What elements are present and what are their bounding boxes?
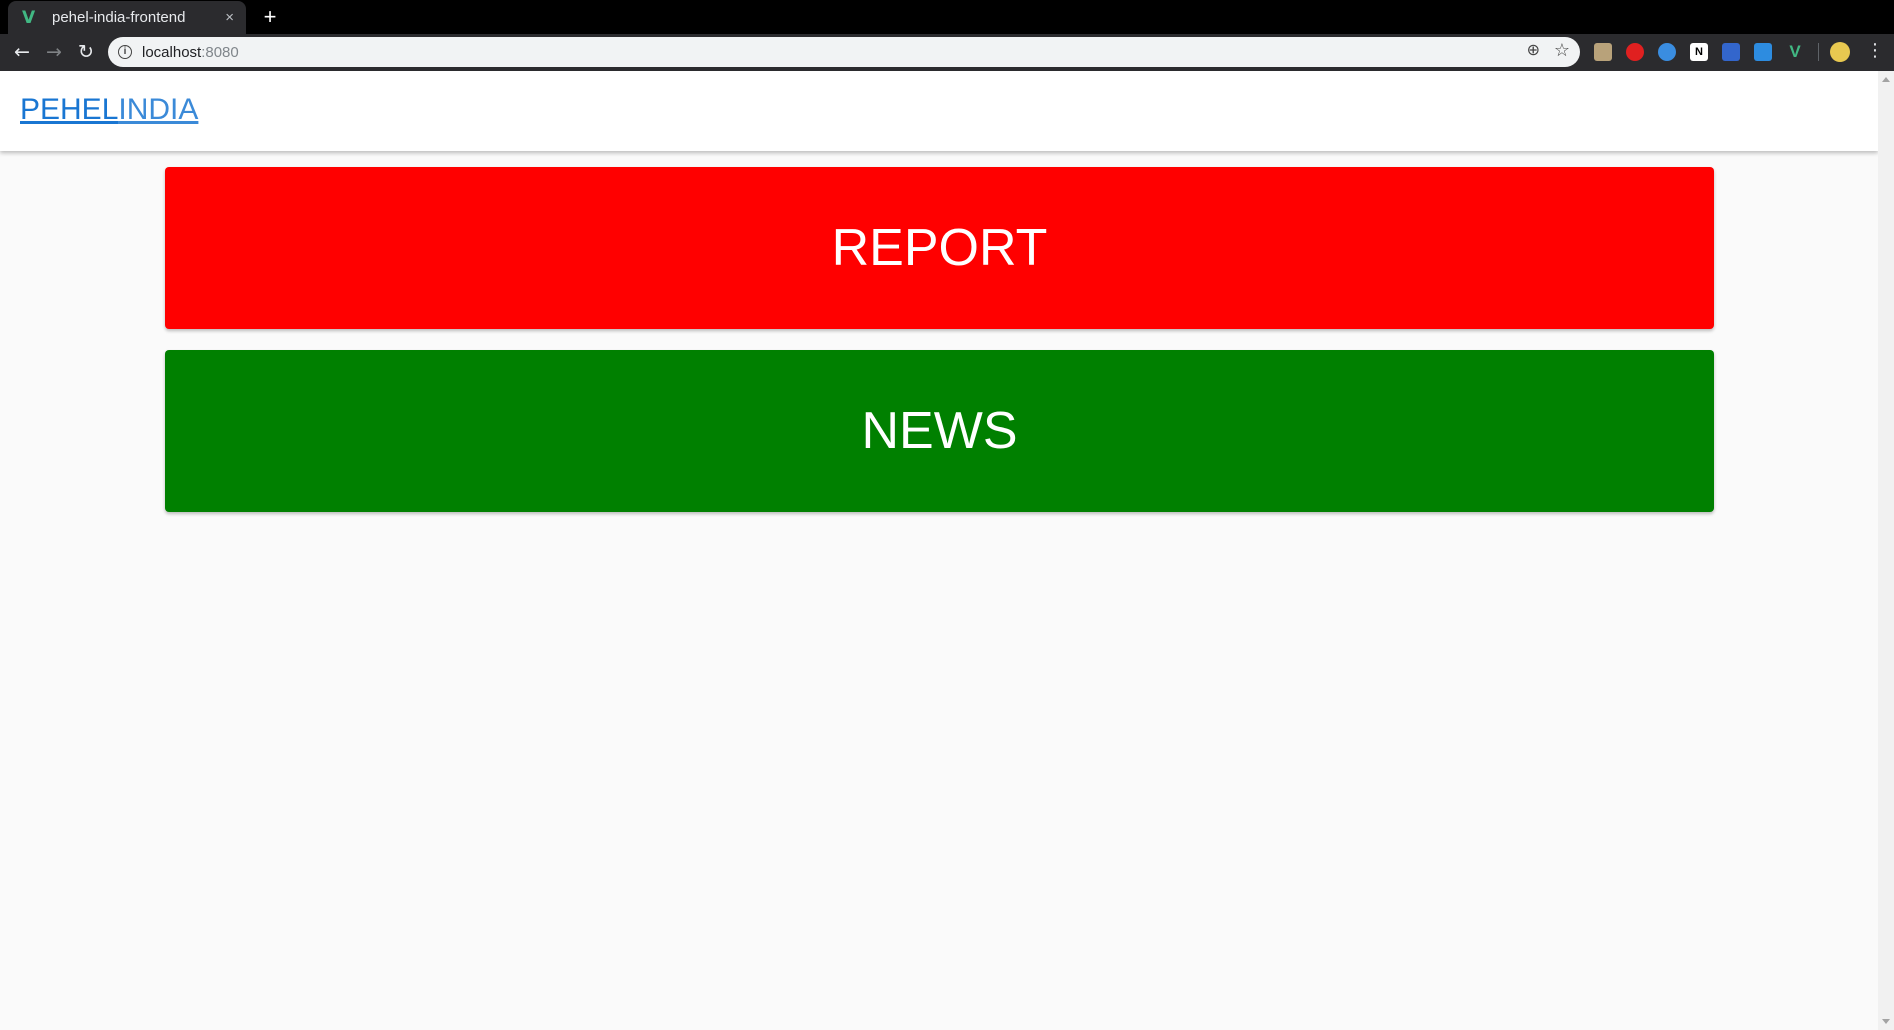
extension-icon[interactable] (1626, 43, 1644, 61)
star-icon[interactable]: ☆ (1554, 40, 1570, 61)
news-card[interactable]: NEWS (165, 350, 1714, 512)
address-bar[interactable]: i localhost:8080 ⊕ ☆ (108, 37, 1580, 67)
vue-devtools-icon[interactable]: V (1786, 43, 1804, 61)
new-tab-button[interactable]: + (258, 3, 282, 31)
toolbar-separator (1818, 43, 1819, 61)
tab-title: pehel-india-frontend (52, 9, 186, 26)
notion-extension-icon[interactable]: N (1690, 43, 1708, 61)
browser-tab[interactable]: V pehel-india-frontend × (8, 1, 246, 34)
browser-toolbar: ← → ↻ i localhost:8080 ⊕ ☆ N V ⋮ (0, 34, 1894, 71)
scroll-down-arrow-icon[interactable] (1882, 1019, 1890, 1024)
extension-icon[interactable] (1754, 43, 1772, 61)
report-card[interactable]: REPORT (165, 167, 1714, 329)
reload-icon[interactable]: ↻ (74, 40, 98, 64)
extension-icon[interactable] (1722, 43, 1740, 61)
forward-arrow-icon[interactable]: → (42, 40, 66, 64)
profile-avatar[interactable] (1830, 42, 1850, 62)
info-icon[interactable]: i (118, 45, 132, 59)
zoom-icon[interactable]: ⊕ (1527, 40, 1540, 59)
menu-icon[interactable]: ⋮ (1866, 40, 1884, 61)
extension-icon[interactable] (1658, 43, 1676, 61)
scroll-up-arrow-icon[interactable] (1882, 77, 1890, 82)
app-bar: PEHELINDIA (0, 71, 1878, 151)
browser-tabstrip: V pehel-india-frontend × + (0, 0, 1894, 34)
url-text[interactable]: localhost:8080 (142, 44, 239, 61)
tab-close-icon[interactable]: × (225, 9, 234, 26)
vue-favicon-icon: V (22, 7, 36, 28)
page-viewport: PEHELINDIA REPORT NEWS (0, 71, 1878, 1030)
news-label: NEWS (861, 402, 1018, 460)
report-label: REPORT (831, 219, 1048, 277)
page-scrollbar[interactable] (1878, 71, 1894, 1030)
brand-link[interactable]: PEHELINDIA (20, 93, 198, 127)
extension-icon[interactable] (1594, 43, 1612, 61)
back-arrow-icon[interactable]: ← (10, 40, 34, 64)
